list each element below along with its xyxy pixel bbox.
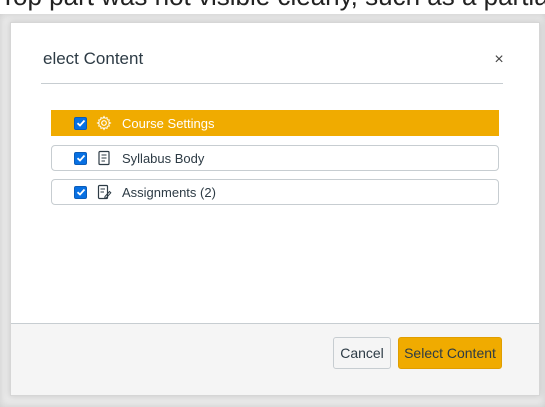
select-content-button[interactable]: Select Content [398,337,502,369]
dialog-title: elect Content [43,49,144,68]
cancel-button[interactable]: Cancel [333,337,391,369]
assignment-icon [96,184,112,200]
list-item-syllabus-body[interactable]: Syllabus Body [51,145,499,171]
item-label: Course Settings [122,116,215,131]
checkbox-course-settings[interactable] [74,116,87,130]
checkbox-syllabus-body[interactable] [74,151,87,165]
checkmark-icon [76,154,85,162]
dialog-header: elect Content × [11,23,539,81]
partial-top-text: Top part was not visible clearly, such a… [0,0,545,11]
checkbox-assignments[interactable] [74,185,87,199]
gear-icon [96,115,112,131]
item-label: Syllabus Body [122,151,205,166]
dialog-footer: Cancel Select Content [11,323,539,395]
list-item-assignments[interactable]: Assignments (2) [51,179,499,205]
item-label: Assignments (2) [122,185,216,200]
select-content-dialog: elect Content × Course Settings Syllabus… [10,22,540,396]
page: elect Content × Course Settings Syllabus… [0,0,545,407]
document-icon [96,150,112,166]
checkmark-icon [76,188,85,196]
close-button[interactable]: × [489,50,509,70]
list-item-course-settings[interactable]: Course Settings [51,110,499,136]
checkmark-icon [76,119,85,127]
header-divider [41,83,503,84]
